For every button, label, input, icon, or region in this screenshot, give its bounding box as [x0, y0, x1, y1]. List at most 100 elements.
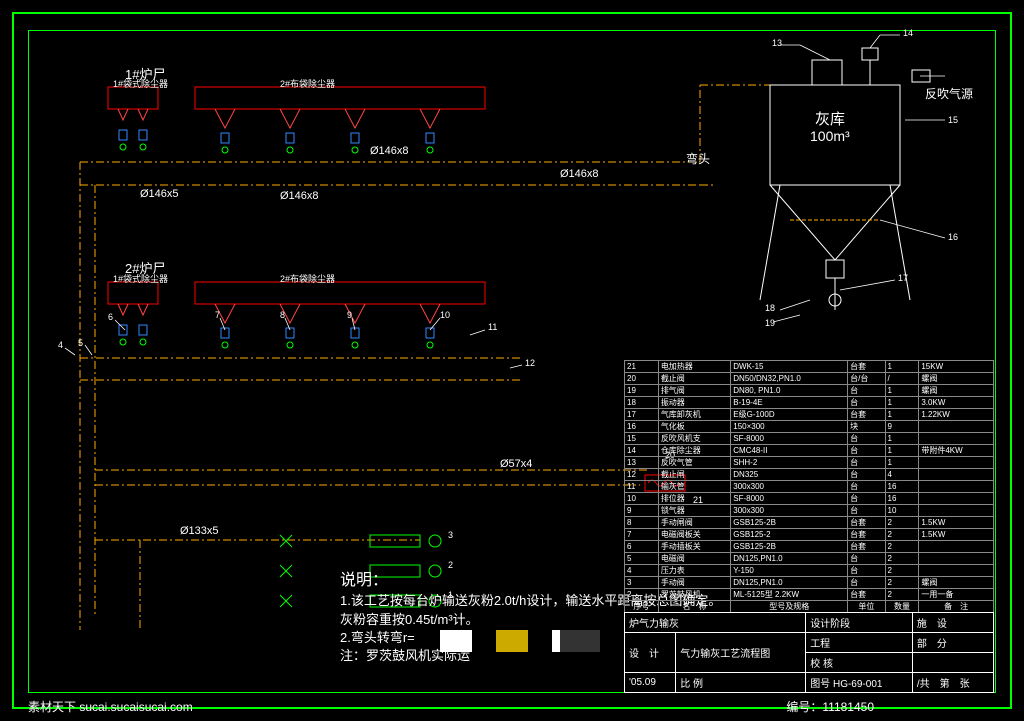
callout-3: 3 — [448, 530, 453, 540]
bom-cell-remark — [919, 565, 994, 577]
bom-cell-name: 排位器 — [658, 493, 730, 505]
bom-cell-name: 手动插板关 — [658, 541, 730, 553]
bom-cell-spec: B-19-4E — [731, 397, 848, 409]
tb-scale: 比 例 — [676, 673, 806, 693]
table-row: 5电磁阀DN125,PN1.0台2 — [625, 553, 994, 565]
bom-cell-unit: 台 — [848, 505, 885, 517]
bom-cell-qty: 16 — [885, 493, 919, 505]
bom-h-qty: 数量 — [885, 601, 919, 613]
watermark-blocks — [440, 630, 600, 652]
pipe-label-146x8-a: Ø146x8 — [280, 190, 319, 202]
pipe-label-133x5: Ø133x5 — [180, 525, 219, 537]
table-row: 17气库卸灰机E级G-100D台套11.22KW — [625, 409, 994, 421]
bom-h-seq: 序号 — [625, 601, 659, 613]
bom-cell-qty: 1 — [885, 433, 919, 445]
callout-14: 14 — [903, 28, 913, 38]
bom-cell-remark — [919, 505, 994, 517]
callout-16: 16 — [948, 232, 958, 242]
table-row: 10排位器SF-8000台16 — [625, 493, 994, 505]
callout-8: 8 — [280, 310, 285, 320]
bom-cell-spec: GSB125-2 — [731, 529, 848, 541]
tb-check: 校 核 — [806, 653, 913, 673]
bom-cell-qty: 1 — [885, 385, 919, 397]
bom-cell-unit: 台套 — [848, 361, 885, 373]
tb-project: 部 分 — [912, 633, 993, 653]
bom-cell-qty: 2 — [885, 589, 919, 601]
callout-9: 9 — [347, 310, 352, 320]
bom-cell-spec: E级G-100D — [731, 409, 848, 421]
table-row: 12截止闸DN325台4 — [625, 469, 994, 481]
table-row: 4压力表Y-150台2 — [625, 565, 994, 577]
callout-6: 6 — [108, 312, 113, 322]
table-row: 13反吹气管SHH-2台1 — [625, 457, 994, 469]
bom-cell-name: 气库卸灰机 — [658, 409, 730, 421]
table-row: 15反吹风机支SF-8000台1 — [625, 433, 994, 445]
bom-cell-spec: GSB125-2B — [731, 541, 848, 553]
bom-cell-remark — [919, 553, 994, 565]
bom-cell-unit: 台 — [848, 493, 885, 505]
bom-cell-remark: 15KW — [919, 361, 994, 373]
bom-cell-spec: GSB125-2B — [731, 517, 848, 529]
bom-cell-unit: 台套 — [848, 589, 885, 601]
tb-drawing-name: 气力输灰工艺流程图 — [676, 633, 806, 673]
table-row: 21电加热器DWK-15台套115KW — [625, 361, 994, 373]
bom-cell-name: 反吹气管 — [658, 457, 730, 469]
callout-7: 7 — [215, 310, 220, 320]
bom-cell-qty: 2 — [885, 577, 919, 589]
bom-cell-name: 电磁阀板关 — [658, 529, 730, 541]
pipe-label-146x8-c: Ø146x8 — [560, 168, 599, 180]
bom-cell-name: 锁气器 — [658, 505, 730, 517]
bom-cell-qty: 1 — [885, 445, 919, 457]
bom-cell-seq: 14 — [625, 445, 659, 457]
bom-cell-spec: DWK-15 — [731, 361, 848, 373]
table-row: 8手动闸阀GSB125-2B台套21.5KW — [625, 517, 994, 529]
bom-cell-spec: DN80, PN1.0 — [731, 385, 848, 397]
bom-cell-unit: 台/台 — [848, 373, 885, 385]
bom-cell-qty: 4 — [885, 469, 919, 481]
bom-cell-seq: 12 — [625, 469, 659, 481]
table-row: 3手动阀DN125,PN1.0台2螺阀 — [625, 577, 994, 589]
bom-cell-qty: 2 — [885, 541, 919, 553]
bom-cell-remark: 1.5KW — [919, 529, 994, 541]
bom-cell-seq: 5 — [625, 553, 659, 565]
callout-12: 12 — [525, 358, 535, 368]
bom-cell-qty: 2 — [885, 553, 919, 565]
bom-cell-name: 压力表 — [658, 565, 730, 577]
bom-cell-seq: 15 — [625, 433, 659, 445]
blowback-label: 反吹气源 — [925, 85, 973, 102]
bom-cell-remark — [919, 457, 994, 469]
bom-cell-seq: 20 — [625, 373, 659, 385]
bom-cell-name: 排气阀 — [658, 385, 730, 397]
bom-cell-remark — [919, 493, 994, 505]
table-row: 6手动插板关GSB125-2B台套2 — [625, 541, 994, 553]
bom-cell-qty: 10 — [885, 505, 919, 517]
bom-h-spec: 型号及规格 — [731, 601, 848, 613]
pipe-label-146x5: Ø146x5 — [140, 188, 179, 200]
bom-cell-unit: 台 — [848, 469, 885, 481]
tb-dwgno-label: 图号 — [810, 679, 830, 690]
bom-cell-name: 振动器 — [658, 397, 730, 409]
bom-cell-unit: 台套 — [848, 529, 885, 541]
table-row: 19排气阀DN80, PN1.0台1螺阀 — [625, 385, 994, 397]
dust-collector-1b-label: 2#布袋除尘器 — [280, 77, 335, 90]
tb-date: '05.09 — [625, 673, 676, 693]
bom-cell-qty: 1 — [885, 397, 919, 409]
bom-cell-unit: 台 — [848, 565, 885, 577]
bom-cell-qty: / — [885, 373, 919, 385]
bom-cell-qty: 9 — [885, 421, 919, 433]
bom-cell-seq: 18 — [625, 397, 659, 409]
bom-cell-remark: 一用一备 — [919, 589, 994, 601]
bom-cell-spec: SF-8000 — [731, 493, 848, 505]
bom-cell-seq: 7 — [625, 529, 659, 541]
bom-cell-seq: 19 — [625, 385, 659, 397]
bom-cell-spec: DN125,PN1.0 — [731, 553, 848, 565]
bom-cell-name: 反吹风机支 — [658, 433, 730, 445]
bom-cell-spec: DN125,PN1.0 — [731, 577, 848, 589]
bom-cell-seq: 6 — [625, 541, 659, 553]
bom-cell-unit: 台 — [848, 397, 885, 409]
table-row: 9锁气器300x300台10 — [625, 505, 994, 517]
callout-19: 19 — [765, 318, 775, 328]
table-row: 11输灰管300x300台16 — [625, 481, 994, 493]
bom-cell-unit: 台 — [848, 433, 885, 445]
bom-cell-qty: 1 — [885, 409, 919, 421]
